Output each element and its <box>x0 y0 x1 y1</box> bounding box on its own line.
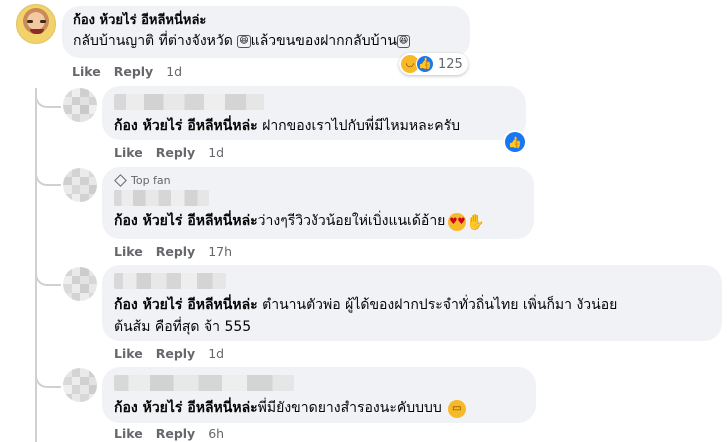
avatar-eye-right <box>40 20 46 23</box>
avatar-mouth <box>30 29 44 34</box>
reaction-summary[interactable]: ◡ 👍 125 <box>399 53 468 75</box>
thread-connector <box>35 88 61 108</box>
thread-connector <box>35 150 61 186</box>
reply-button[interactable]: Reply <box>156 346 195 361</box>
like-button[interactable]: Like <box>114 244 143 259</box>
reply-text: ก้อง ห้วยไร่ อีหลีหนี่หล่ะ ฝากของเราไปกั… <box>114 117 514 136</box>
like-emoji-icon: 👍 <box>416 55 434 73</box>
reply-avatar[interactable] <box>63 168 97 202</box>
reply-text: ก้อง ห้วยไร่ อีหลีหนี่หล่ะ ว่างๆรีวิวงัว… <box>114 212 522 231</box>
top-fan-label: Top fan <box>131 174 171 187</box>
clapping-hands-emoji-icon: ✋ <box>466 212 485 231</box>
reply-actions: Like Reply 6h <box>114 426 224 441</box>
like-button[interactable]: Like <box>72 64 101 79</box>
blurred-author-name <box>114 273 226 289</box>
reply-text-line-2: ต้นส้ม คือที่สุด จ้า 555 <box>114 319 252 335</box>
reply-bubble: ก้อง ห้วยไร่ อีหลีหนี่หล่ะ พี่มียังขาดยา… <box>102 367 536 423</box>
reply-button[interactable]: Reply <box>156 244 195 259</box>
blurred-author-name <box>114 375 294 391</box>
reply-bubble: Top fan ก้อง ห้วยไร่ อีหลีหนี่หล่ะ ว่างๆ… <box>102 167 534 239</box>
reply-bubble: ก้อง ห้วยไร่ อีหลีหนี่หล่ะ ตำนานตัวพ่อ ผ… <box>102 265 722 341</box>
comment-text-part-1: กลับบ้านญาติ ที่ต่างจังหวัด <box>73 33 238 49</box>
comment-timestamp[interactable]: 1d <box>166 64 182 79</box>
like-button[interactable]: Like <box>114 145 143 160</box>
comment-actions: Like Reply 1d <box>72 64 182 79</box>
reply-bubble: ก้อง ห้วยไร่ อีหลีหนี่หล่ะ ฝากของเราไปกั… <box>102 86 526 140</box>
comment-author[interactable]: ก้อง ห้วยไร่ อีหลีหนี่หล่ะ <box>73 12 459 29</box>
thread-connector <box>35 240 61 286</box>
reply-button[interactable]: Reply <box>156 426 195 441</box>
reply-timestamp[interactable]: 1d <box>208 346 224 361</box>
author-mention[interactable]: ก้อง ห้วยไร่ อีหลีหนี่หล่ะ <box>114 297 258 313</box>
author-mention[interactable]: ก้อง ห้วยไร่ อีหลีหนี่หล่ะ <box>114 118 258 134</box>
reply-timestamp[interactable]: 17h <box>208 244 232 259</box>
reply-avatar[interactable] <box>63 368 97 402</box>
reply-button[interactable]: Reply <box>114 64 153 79</box>
blurred-author-name <box>114 190 209 206</box>
reply-body: ตำนานตัวพ่อ ผู้ได้ของฝากประจำทั่วถิ่นไทย… <box>257 297 618 313</box>
reply-body: ว่างๆรีวิวงัวน้อยให่เบิ่งแนเด้อ้าย <box>257 213 446 229</box>
reply-avatar[interactable] <box>63 267 97 301</box>
like-button[interactable]: Like <box>114 426 143 441</box>
comment-bubble: ก้อง ห้วยไร่ อีหลีหนี่หล่ะ กลับบ้านญาติ … <box>62 6 470 58</box>
comment-text: กลับบ้านญาติ ที่ต่างจังหวัด 😆 แล้วขนของฝา… <box>73 32 459 51</box>
reply-body: พี่มียังขาดยางสำรองนะคับบบบ <box>257 400 442 416</box>
avatar[interactable] <box>16 4 56 44</box>
like-reaction-icon[interactable]: 👍 <box>505 132 525 152</box>
diamond-icon <box>114 174 127 187</box>
reaction-count: 125 <box>438 56 463 72</box>
reply-actions: Like Reply 1d <box>114 145 224 160</box>
inline-emoji: 😆 <box>237 35 251 48</box>
grimace-emoji-icon: ▭ <box>447 399 466 418</box>
heart-eyes-emoji-icon: ♥♥ <box>448 212 467 231</box>
author-mention[interactable]: ก้อง ห้วยไร่ อีหลีหนี่หล่ะ <box>114 212 258 231</box>
reply-timestamp[interactable]: 1d <box>208 145 224 160</box>
reply-button[interactable]: Reply <box>156 145 195 160</box>
reply-text-line-1: ก้อง ห้วยไร่ อีหลีหนี่หล่ะ ตำนานตัวพ่อ ผ… <box>114 296 710 315</box>
thread-connector <box>35 340 61 388</box>
avatar-eye-left <box>27 20 33 23</box>
reply-actions: Like Reply 1d <box>114 346 224 361</box>
top-fan-badge: Top fan <box>114 174 522 187</box>
reply-avatar[interactable] <box>63 88 97 122</box>
comment-text-part-2: แล้วขนของฝากกลับบ้าน <box>250 33 397 49</box>
reply-text: ก้อง ห้วยไร่ อีหลีหนี่หล่ะ พี่มียังขาดยา… <box>114 399 524 418</box>
author-mention[interactable]: ก้อง ห้วยไร่ อีหลีหนี่หล่ะ <box>114 399 258 418</box>
like-button[interactable]: Like <box>114 346 143 361</box>
reply-actions: Like Reply 17h <box>114 244 232 259</box>
inline-emoji-2: 😆 <box>396 35 411 48</box>
reply-timestamp[interactable]: 6h <box>208 426 224 441</box>
blurred-author-name <box>114 94 264 110</box>
reply-body: ฝากของเราไปกับพี่มีไหมหละครับ <box>257 118 460 134</box>
